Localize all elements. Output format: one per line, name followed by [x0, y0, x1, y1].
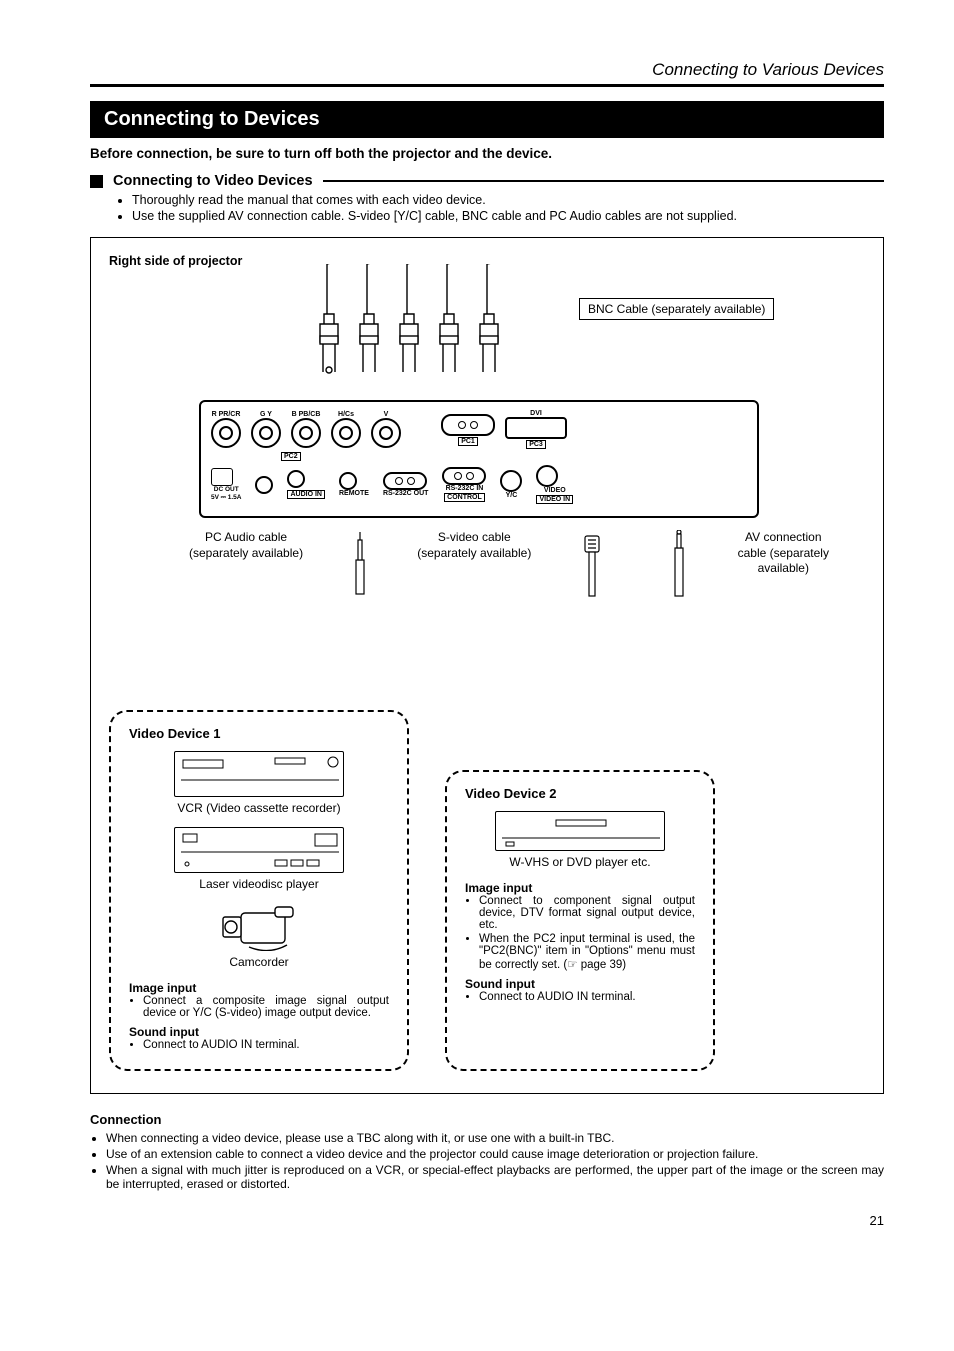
video-device-1-box: Video Device 1 VCR (Video cassette recor… [109, 710, 409, 1071]
subsection-bullets: Thoroughly read the manual that comes wi… [132, 193, 884, 223]
port-label: DVI [505, 410, 567, 417]
audio-jack-icon [287, 470, 305, 488]
bnc-jack-icon [371, 418, 401, 448]
dvi-port-icon [505, 417, 567, 439]
bullet-item: When connecting a video device, please u… [106, 1131, 884, 1145]
bullet-item: Connect to AUDIO IN terminal. [479, 991, 695, 1003]
device-title: Video Device 2 [465, 786, 695, 801]
wvhs-caption: W-VHS or DVD player etc. [465, 855, 695, 869]
subsection-title: Connecting to Video Devices [113, 173, 313, 189]
callout-line: S-video cable [438, 530, 511, 544]
serial-port-icon [383, 472, 427, 490]
callout-line: (separately available) [417, 546, 531, 560]
svideo-jack-icon [500, 470, 522, 492]
port-label: VIDEO [536, 487, 573, 494]
image-input-heading: Image input [465, 881, 695, 895]
device-bullets: Connect a composite image signal output … [143, 995, 389, 1019]
port-label: H/Cs [331, 411, 361, 418]
port-label: V [371, 411, 401, 418]
port-label: RS-232C IN [442, 485, 486, 492]
image-input-heading: Image input [129, 981, 389, 995]
port-label: G Y [251, 411, 281, 418]
bullet-item: Connect to component signal output devic… [479, 895, 695, 931]
audio-jack-icon [255, 476, 273, 494]
port-label: VIDEO IN [536, 495, 573, 504]
device-boxes-row: Video Device 1 VCR (Video cassette recor… [109, 710, 865, 1071]
svideo-callout: S-video cable (separately available) [417, 530, 531, 561]
vcr-icon [174, 751, 344, 797]
ld-caption: Laser videodisc player [129, 877, 389, 891]
camcorder-caption: Camcorder [129, 955, 389, 969]
projector-connector-panel: R PR/CR G Y B PB/CB H/Cs V PC1 DVI PC3 PC… [199, 400, 759, 518]
bullet-item: Connect a composite image signal output … [143, 995, 389, 1019]
laserdisc-icon [174, 827, 344, 873]
bullet-item: When the PC2 input terminal is used, the… [479, 933, 695, 971]
bnc-jack-icon [211, 418, 241, 448]
bnc-plugs-group: BNC Cable (separately available) [199, 274, 619, 394]
rca-jack-icon [536, 465, 558, 487]
bullet-item: Connect to AUDIO IN terminal. [143, 1039, 389, 1051]
port-label: REMOTE [339, 490, 369, 497]
port-label: DC OUT [211, 486, 241, 493]
serial-port-icon [442, 467, 486, 485]
cable-callouts: PC Audio cable (separately available) S-… [189, 530, 829, 600]
bnc-cable-callout: BNC Cable (separately available) [579, 298, 774, 320]
bnc-jack-icon [291, 418, 321, 448]
page-number: 21 [90, 1213, 884, 1228]
bnc-plug-icons [309, 264, 529, 374]
callout-line: available) [758, 561, 809, 575]
rca-plug-icon [668, 530, 690, 600]
svideo-plug-icon [579, 530, 619, 600]
device-bullets: Connect to component signal output devic… [479, 895, 695, 971]
callout-line: cable (separately [738, 546, 829, 560]
device-bullets: Connect to AUDIO IN terminal. [143, 1039, 389, 1051]
callout-line: (separately available) [189, 546, 303, 560]
port-label: B PB/CB [291, 411, 321, 418]
port-label: Y/C [500, 492, 522, 499]
device-bullets: Connect to AUDIO IN terminal. [479, 991, 695, 1003]
port-label: R PR/CR [211, 411, 241, 418]
audio-plug-icon [351, 530, 369, 600]
square-bullet-icon [90, 175, 103, 188]
port-label: PC3 [526, 440, 546, 449]
pc-audio-callout: PC Audio cable (separately available) [189, 530, 303, 561]
divider [323, 180, 884, 182]
intro-warning: Before connection, be sure to turn off b… [90, 146, 884, 161]
av-callout: AV connection cable (separately availabl… [738, 530, 829, 577]
callout-line: PC Audio cable [205, 530, 287, 544]
connection-diagram: Right side of projector BNC Cable (separ… [90, 237, 884, 1094]
dc-out-icon [211, 468, 233, 486]
port-label: AUDIO IN [287, 490, 325, 499]
port-label: 5V ⎓ 1.5A [211, 494, 241, 501]
bullet-item: When a signal with much jitter is reprod… [106, 1163, 884, 1191]
connection-bullets: When connecting a video device, please u… [106, 1131, 884, 1191]
breadcrumb: Connecting to Various Devices [90, 60, 884, 87]
subsection-header: Connecting to Video Devices [90, 173, 884, 189]
vga-port-icon [441, 414, 495, 436]
callout-line: AV connection [745, 530, 822, 544]
sound-input-heading: Sound input [129, 1025, 389, 1039]
port-label: PC2 [281, 452, 301, 461]
camcorder-icon [219, 903, 299, 951]
port-label: PC1 [458, 437, 478, 446]
sound-input-heading: Sound input [465, 977, 695, 991]
port-label: CONTROL [444, 493, 485, 502]
port-label: RS-232C OUT [383, 490, 429, 497]
bullet-item: Thoroughly read the manual that comes wi… [132, 193, 884, 207]
vcr-caption: VCR (Video cassette recorder) [129, 801, 389, 815]
bnc-jack-icon [331, 418, 361, 448]
remote-jack-icon [339, 472, 357, 490]
connection-heading: Connection [90, 1112, 884, 1127]
bnc-jack-icon [251, 418, 281, 448]
bullet-item: Use of an extension cable to connect a v… [106, 1147, 884, 1161]
bullet-item: Use the supplied AV connection cable. S-… [132, 209, 884, 223]
dvd-player-icon [495, 811, 665, 851]
device-title: Video Device 1 [129, 726, 389, 741]
video-device-2-box: Video Device 2 W-VHS or DVD player etc. … [445, 770, 715, 1071]
page-title: Connecting to Devices [90, 101, 884, 138]
